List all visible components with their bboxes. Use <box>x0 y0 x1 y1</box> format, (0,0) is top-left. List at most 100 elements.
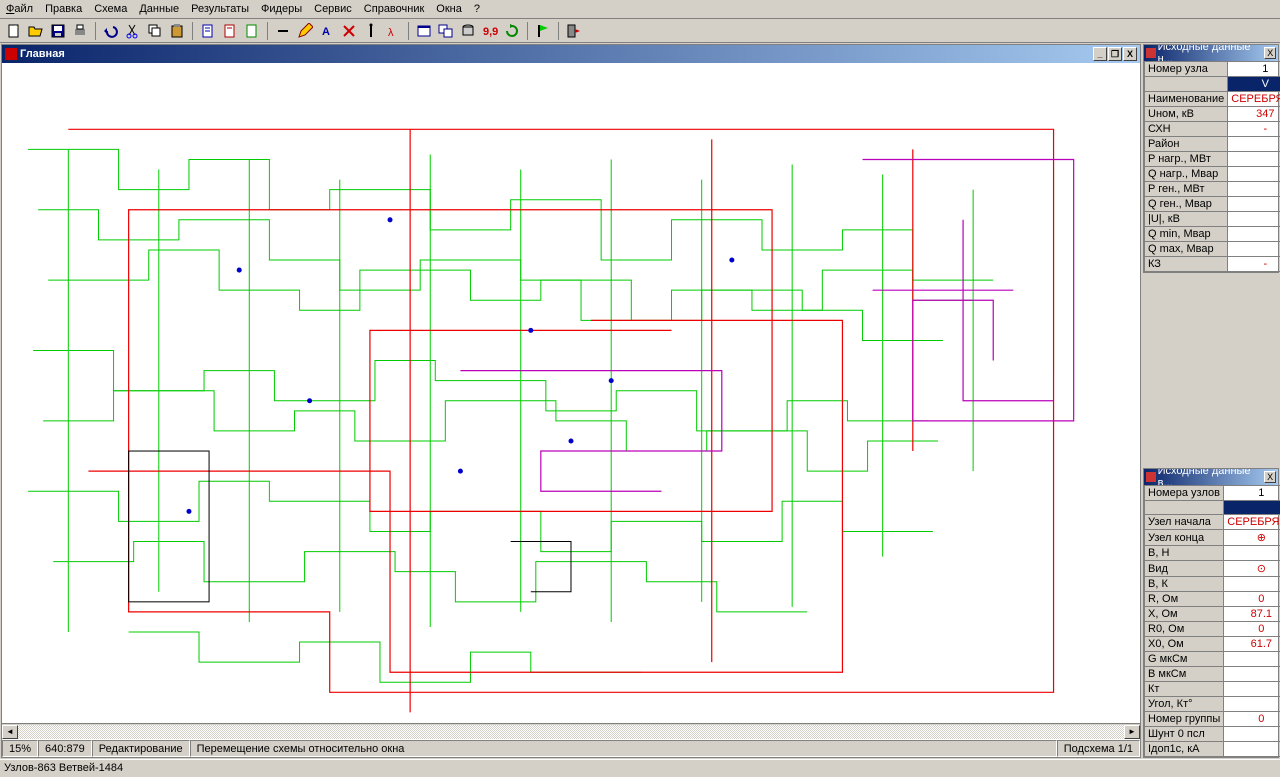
prop-value[interactable]: 1 <box>1224 486 1280 501</box>
node-panel-title[interactable]: Исходные данные н... X <box>1144 45 1278 61</box>
prop-label: СХН <box>1145 122 1228 137</box>
save-icon[interactable] <box>48 21 68 41</box>
prop-value[interactable] <box>1228 227 1280 242</box>
exit-icon[interactable] <box>564 21 584 41</box>
menu-schema[interactable]: Схема <box>94 3 127 15</box>
prop-value[interactable] <box>1224 501 1280 515</box>
prop-label: Наименование <box>1145 92 1228 107</box>
window2-icon[interactable] <box>436 21 456 41</box>
menu-results[interactable]: Результаты <box>191 3 249 15</box>
menu-file[interactable]: ФФайлайл <box>6 3 33 15</box>
prop-value[interactable]: 1 <box>1228 62 1280 77</box>
new-icon[interactable] <box>4 21 24 41</box>
scroll-right-button[interactable]: ► <box>1124 725 1140 739</box>
prop-label: Угол, Кт° <box>1145 697 1224 712</box>
prop-label: B мкСм <box>1145 667 1224 682</box>
prop-value[interactable] <box>1224 742 1280 757</box>
doc1-icon[interactable] <box>198 21 218 41</box>
prop-value[interactable] <box>1228 242 1280 257</box>
prop-value[interactable] <box>1228 182 1280 197</box>
branch-data-panel: Исходные данные в... X Номера узлов1Узел… <box>1143 468 1279 758</box>
prop-value[interactable] <box>1224 667 1280 682</box>
menu-edit[interactable]: Правка <box>45 3 82 15</box>
prop-value[interactable]: V <box>1228 77 1280 92</box>
menu-bar: ФФайлайл Правка Схема Данные Результаты … <box>0 0 1280 19</box>
calc-icon[interactable]: 9,9 <box>480 21 500 41</box>
print-icon[interactable] <box>70 21 90 41</box>
menu-service[interactable]: Сервис <box>314 3 352 15</box>
menu-feeders[interactable]: Фидеры <box>261 3 302 15</box>
flag-icon[interactable] <box>533 21 553 41</box>
undo-icon[interactable] <box>101 21 121 41</box>
prop-label: Номер группы <box>1145 712 1224 727</box>
doc2-icon[interactable] <box>220 21 240 41</box>
tool-info-icon[interactable] <box>361 21 381 41</box>
prop-value[interactable]: - <box>1228 122 1280 137</box>
prop-value[interactable] <box>1224 546 1280 561</box>
node-props-table[interactable]: Номер узла1VНаименованиеСЕРЕБРЯНСUном, к… <box>1144 61 1280 272</box>
panel2-close-button[interactable]: X <box>1264 471 1276 483</box>
minimize-button[interactable]: _ <box>1093 47 1107 61</box>
svg-text:A: A <box>322 26 330 38</box>
maximize-button[interactable]: ❐ <box>1108 47 1122 61</box>
prop-value[interactable]: 0 <box>1224 592 1280 607</box>
svg-text:λ: λ <box>388 27 394 39</box>
panel-icon <box>1146 48 1156 58</box>
prop-value[interactable] <box>1228 152 1280 167</box>
prop-value[interactable] <box>1224 652 1280 667</box>
prop-label: Номера узлов <box>1145 486 1224 501</box>
schematic-canvas[interactable] <box>2 63 1140 723</box>
prop-value[interactable]: СЕРЕБРЯНС <box>1228 92 1280 107</box>
branch-panel-title[interactable]: Исходные данные в... X <box>1144 469 1278 485</box>
panel1-close-button[interactable]: X <box>1264 47 1276 59</box>
prop-value[interactable]: - <box>1228 257 1280 272</box>
app-status-bar: Узлов-863 Ветвей-1484 <box>0 759 1280 777</box>
cut-icon[interactable] <box>123 21 143 41</box>
prop-value[interactable]: 0 <box>1224 622 1280 637</box>
menu-reference[interactable]: Справочник <box>364 3 425 15</box>
child-titlebar[interactable]: Главная _ ❐ X <box>2 45 1140 63</box>
prop-label: |U|, кВ <box>1145 212 1228 227</box>
prop-label: Узел начала <box>1145 515 1224 530</box>
tool-lambda-icon[interactable]: λ <box>383 21 403 41</box>
prop-value[interactable] <box>1228 137 1280 152</box>
prop-value[interactable] <box>1228 212 1280 227</box>
prop-value[interactable] <box>1228 197 1280 212</box>
doc3-icon[interactable] <box>242 21 262 41</box>
prop-value[interactable]: ⊙ <box>1224 561 1280 577</box>
prop-value[interactable]: СЕРЕБРЯНС <box>1224 515 1280 530</box>
copy-icon[interactable] <box>145 21 165 41</box>
tool-text-icon[interactable]: A <box>317 21 337 41</box>
open-icon[interactable] <box>26 21 46 41</box>
tool-node-icon[interactable] <box>273 21 293 41</box>
close-button[interactable]: X <box>1123 47 1137 61</box>
paste-icon[interactable] <box>167 21 187 41</box>
prop-value[interactable]: 87.1 <box>1224 607 1280 622</box>
menu-help[interactable]: ? <box>474 3 480 15</box>
prop-value[interactable]: 347 <box>1228 107 1280 122</box>
prop-label: R, Ом <box>1145 592 1224 607</box>
prop-value[interactable]: ⊕ <box>1224 530 1280 546</box>
tool-delete-icon[interactable] <box>339 21 359 41</box>
window1-icon[interactable] <box>414 21 434 41</box>
menu-windows[interactable]: Окна <box>436 3 462 15</box>
branch-props-table[interactable]: Номера узлов1Узел началаСЕРЕБРЯНСУзел ко… <box>1144 485 1280 757</box>
prop-value[interactable] <box>1228 167 1280 182</box>
prop-value[interactable] <box>1224 727 1280 742</box>
prop-value[interactable] <box>1224 697 1280 712</box>
prop-label: Узел конца <box>1145 530 1224 546</box>
prop-label: Номер узла <box>1145 62 1228 77</box>
toolbar: A λ 9,9 <box>0 19 1280 43</box>
prop-value[interactable] <box>1224 577 1280 592</box>
menu-data[interactable]: Данные <box>139 3 179 15</box>
status-counts: Узлов-863 Ветвей-1484 <box>4 762 123 774</box>
scroll-track[interactable] <box>18 725 1124 739</box>
tool-pencil-icon[interactable] <box>295 21 315 41</box>
prop-value[interactable]: 61.7 <box>1224 637 1280 652</box>
scroll-left-button[interactable]: ◄ <box>2 725 18 739</box>
prop-value[interactable]: 0 <box>1224 712 1280 727</box>
prop-value[interactable] <box>1224 682 1280 697</box>
horizontal-scrollbar[interactable]: ◄ ► <box>2 723 1140 739</box>
db-icon[interactable] <box>458 21 478 41</box>
refresh-icon[interactable] <box>502 21 522 41</box>
